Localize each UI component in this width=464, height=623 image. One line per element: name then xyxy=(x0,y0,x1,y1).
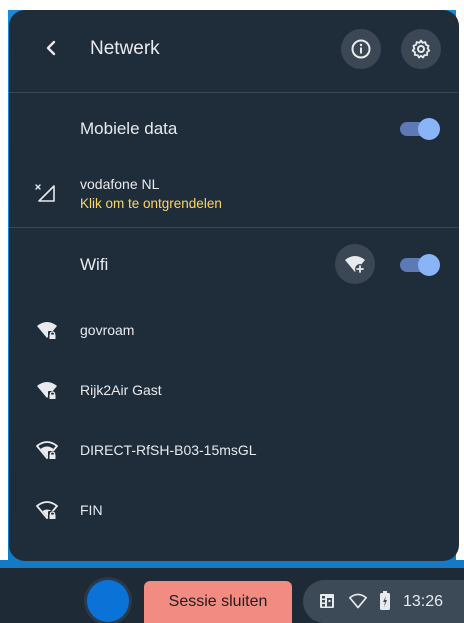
mobile-data-toggle[interactable] xyxy=(400,118,440,140)
settings-button[interactable] xyxy=(401,29,441,69)
wifi-network-item[interactable]: FIN xyxy=(9,491,459,531)
panel-header: Netwerk xyxy=(9,10,459,92)
end-session-button[interactable]: Sessie sluiten xyxy=(144,581,292,623)
carrier-name[interactable]: vodafone NL xyxy=(80,176,159,192)
wifi-add-icon xyxy=(345,256,365,274)
network-panel: Netwerk Mobiele data vodafone NL Klik om… xyxy=(9,10,459,561)
managed-building-icon xyxy=(320,594,334,608)
wifi-toggle[interactable] xyxy=(400,254,440,276)
wifi-network-item[interactable]: Rijk2Air Gast xyxy=(9,371,459,411)
toggle-thumb xyxy=(418,254,440,276)
info-icon xyxy=(351,39,371,59)
wifi-network-name: FIN xyxy=(80,502,103,518)
arrow-back-icon xyxy=(46,40,56,56)
header-divider xyxy=(9,92,459,93)
mobile-divider xyxy=(9,227,459,228)
wifi-network-name: DIRECT-RfSH-B03-15msGL xyxy=(80,442,257,458)
screen: Netwerk Mobiele data vodafone NL Klik om… xyxy=(0,0,464,623)
wifi-locked-icon xyxy=(36,441,58,460)
page-title: Netwerk xyxy=(90,38,160,59)
wifi-locked-icon xyxy=(37,382,57,400)
battery-charging-icon xyxy=(380,591,390,610)
wifi-network-name: govroam xyxy=(80,322,135,338)
wifi-label: Wifi xyxy=(80,255,109,274)
info-button[interactable] xyxy=(341,29,381,69)
wifi-icon xyxy=(349,593,367,609)
mobile-data-label: Mobiele data xyxy=(80,119,178,138)
launcher-button[interactable] xyxy=(87,580,129,622)
wifi-locked-icon xyxy=(37,322,57,340)
cellular-signal-icon xyxy=(35,184,55,202)
toggle-thumb xyxy=(418,118,440,140)
wifi-network-item[interactable]: govroam xyxy=(9,311,459,351)
status-tray[interactable]: 13:26 xyxy=(303,580,464,623)
clock: 13:26 xyxy=(403,593,444,610)
left-edge xyxy=(0,0,8,560)
top-edge xyxy=(0,0,464,10)
sim-unlock-status[interactable]: Klik om te ontgrendelen xyxy=(80,196,222,211)
add-wifi-button[interactable] xyxy=(335,244,375,284)
wifi-locked-icon xyxy=(36,501,58,520)
wifi-network-name: Rijk2Air Gast xyxy=(80,382,162,398)
gear-icon xyxy=(411,39,431,59)
wifi-network-item[interactable]: DIRECT-RfSH-B03-15msGL xyxy=(9,431,459,471)
back-button[interactable] xyxy=(37,34,65,62)
